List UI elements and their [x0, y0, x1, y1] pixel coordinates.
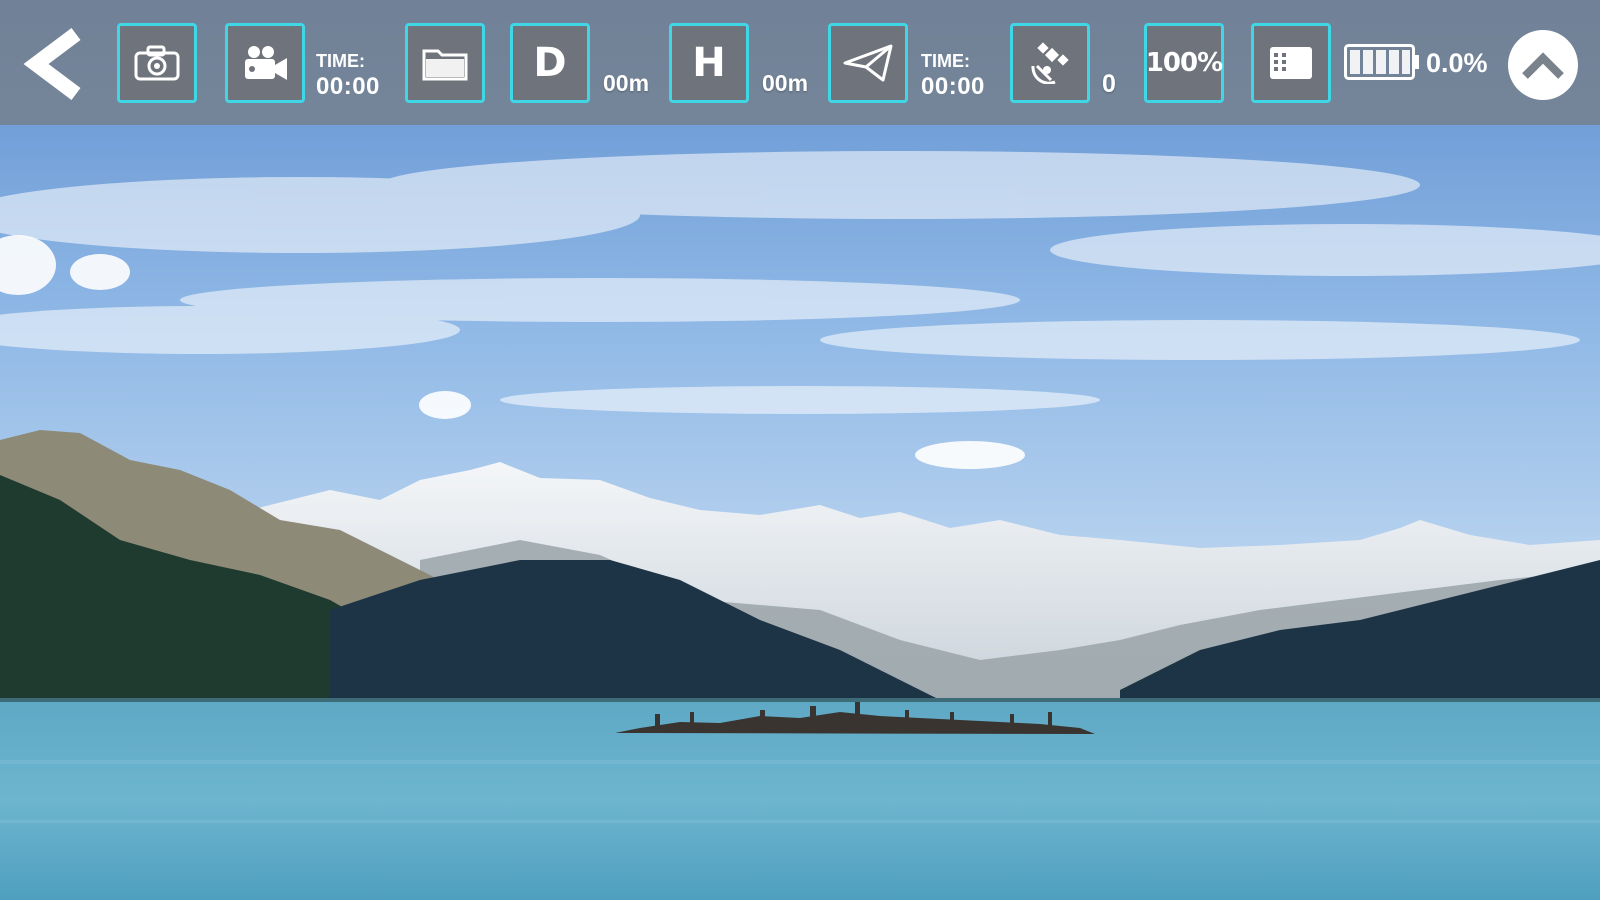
collapse-toolbar-button[interactable]	[1508, 30, 1578, 100]
record-time: TIME: 00:00	[316, 50, 380, 102]
zoom-button[interactable]: 100%	[1144, 23, 1224, 103]
gallery-button[interactable]	[405, 23, 485, 103]
satellite-button[interactable]	[1010, 23, 1090, 103]
distance-letter: D	[533, 40, 567, 86]
chevron-up-icon	[1522, 52, 1564, 79]
photo-button[interactable]	[117, 23, 197, 103]
flight-button[interactable]	[828, 23, 908, 103]
record-time-value: 00:00	[316, 73, 380, 100]
folder-icon	[422, 49, 468, 81]
camera-icon	[134, 45, 180, 81]
zoom-label: 100%	[1145, 48, 1223, 78]
scenery-image	[0, 0, 1600, 900]
record-time-label: TIME:	[316, 51, 365, 71]
back-button[interactable]	[16, 28, 84, 100]
distance-button[interactable]: D	[510, 23, 590, 103]
satellite-icon	[1031, 42, 1069, 84]
distance-value: 00m	[603, 70, 650, 96]
video-camera-icon	[245, 46, 287, 80]
video-button[interactable]	[225, 23, 305, 103]
paper-plane-icon	[843, 44, 893, 82]
flight-time: TIME: 00:00	[921, 50, 985, 102]
flight-time-label: TIME:	[921, 51, 970, 71]
height-button[interactable]: H	[669, 23, 749, 103]
battery-icon	[1344, 44, 1419, 80]
battery-percent: 0.0%	[1426, 48, 1488, 78]
camera-feed	[0, 0, 1600, 900]
height-value: 00m	[762, 70, 809, 96]
flight-time-value: 00:00	[921, 73, 985, 100]
sd-card-icon	[1270, 47, 1312, 79]
height-letter: H	[692, 40, 726, 86]
sd-card-button[interactable]	[1251, 23, 1331, 103]
satellite-count: 0	[1102, 70, 1116, 98]
top-toolbar: TIME: 00:00 D 00m H 00m TIME: 00:00 0 10…	[0, 0, 1600, 125]
chevron-left-icon	[23, 28, 81, 100]
